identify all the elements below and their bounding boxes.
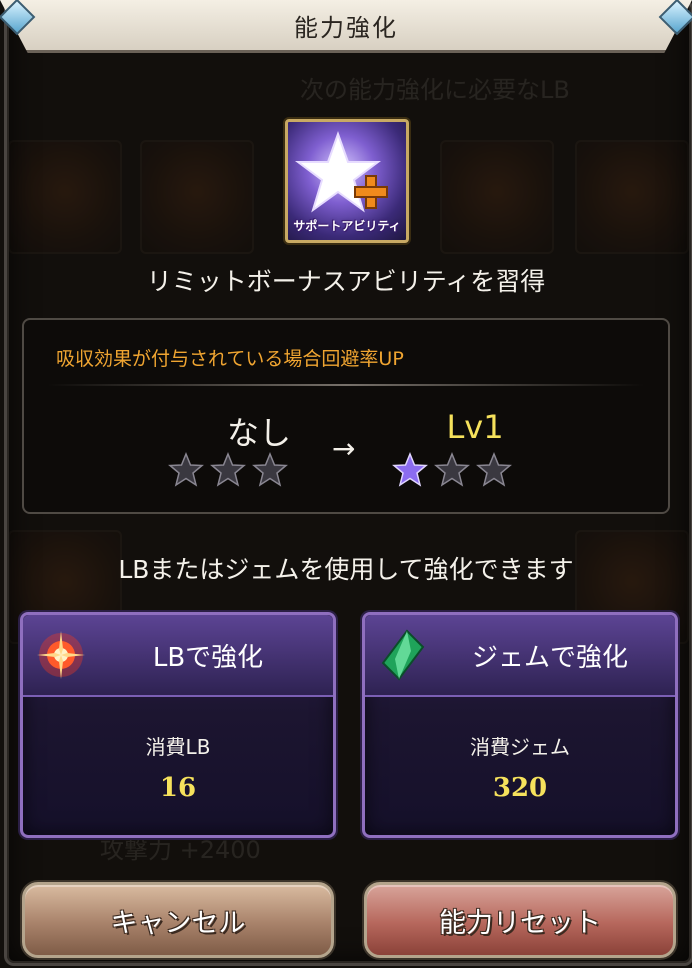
next-level-stars — [392, 452, 512, 488]
current-level-stars — [168, 452, 288, 488]
reset-ability-button[interactable]: 能力リセット — [364, 882, 676, 958]
cancel-button-label: キャンセル — [110, 908, 246, 939]
ability-type-caption: サポートアビリティ — [293, 219, 401, 233]
ability-heading: リミットボーナスアビリティを習得 — [146, 267, 546, 296]
level-arrow: → — [332, 432, 356, 465]
cancel-button[interactable]: キャンセル — [22, 882, 334, 958]
empty-star-icon — [434, 452, 470, 487]
reset-button-label: 能力リセット — [439, 908, 601, 939]
lb-burst-icon — [37, 631, 85, 679]
green-gem-icon — [381, 629, 425, 681]
lb-cost-label: 消費LB — [145, 735, 211, 759]
empty-star-icon — [252, 452, 288, 487]
upgrade-info-text: LBまたはジェムを使用して強化できます — [118, 555, 574, 584]
empty-star-icon — [210, 452, 246, 487]
lb-upgrade-button[interactable]: LBで強化 消費LB 16 — [20, 612, 336, 838]
support-ability-icon: サポートアビリティ — [285, 119, 409, 243]
gem-upgrade-button[interactable]: ジェムで強化 消費ジェム 320 — [362, 612, 678, 838]
lb-upgrade-label: LBで強化 — [152, 643, 264, 673]
dialog-title: 能力強化 — [294, 14, 398, 42]
gem-upgrade-label: ジェムで強化 — [471, 643, 628, 673]
filled-star-icon — [392, 452, 428, 487]
next-level: Lv1 — [446, 408, 504, 446]
gem-cost-label: 消費ジェム — [470, 735, 570, 759]
effect-divider — [48, 384, 644, 386]
gem-cost-value: 320 — [492, 773, 548, 803]
current-level: なし — [226, 414, 291, 452]
lb-cost-value: 16 — [159, 773, 197, 803]
empty-star-icon — [476, 452, 512, 487]
empty-star-icon — [168, 452, 204, 487]
effect-panel: 吸収効果が付与されている場合回避率UP なし → Lv1 — [22, 318, 670, 514]
effect-description: 吸収効果が付与されている場合回避率UP — [56, 348, 404, 370]
